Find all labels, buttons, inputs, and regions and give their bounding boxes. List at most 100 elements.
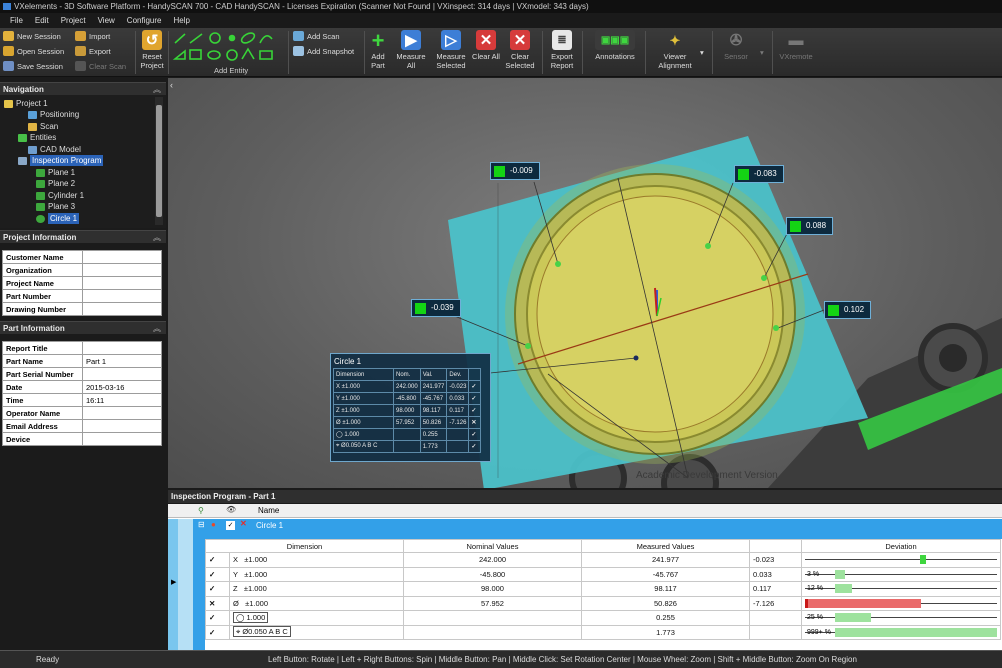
tree-item-plane-3[interactable]: Plane 3 xyxy=(36,201,75,212)
viewer-alignment-button[interactable]: ✦ Viewer Alignment xyxy=(650,30,700,71)
operator-name-field[interactable] xyxy=(82,406,162,420)
tree-item-scan[interactable]: Scan xyxy=(28,121,58,132)
table-row: Email Address xyxy=(2,419,162,433)
table-row: Z ±1.000 98.000 98.117 0.117 ✓ xyxy=(333,404,482,417)
part-info-header[interactable]: Part Information ︽ xyxy=(0,321,166,334)
menu-configure[interactable]: Configure xyxy=(121,16,168,25)
3d-viewport[interactable]: ‹ -0.009 -0.083 0.088 -0.039 0.102 Acade… xyxy=(168,78,1002,488)
project-info-header[interactable]: Project Information ︽ xyxy=(0,230,166,243)
add-scan-button[interactable]: Add Scan xyxy=(293,31,340,41)
menu-help[interactable]: Help xyxy=(167,16,195,25)
folder-icon xyxy=(3,46,14,56)
clear-all-button[interactable]: ✕ Clear All xyxy=(472,30,500,61)
field-label: Device xyxy=(2,432,83,446)
menu-view[interactable]: View xyxy=(92,16,121,25)
deviation-bar-cell xyxy=(801,595,1001,611)
sensor-button[interactable]: ✇ Sensor xyxy=(718,30,754,62)
link-icon[interactable]: ⚲ xyxy=(198,506,204,515)
column-header: Measured Values xyxy=(581,539,750,553)
navigation-panel-header[interactable]: Navigation ︽ xyxy=(0,82,166,95)
table-row[interactable]: ✓ Y ±1.000 -45.800 -45.767 0.033 3 % xyxy=(205,566,1001,582)
tree-item-plane-1[interactable]: Plane 1 xyxy=(36,167,75,178)
field-label: Customer Name xyxy=(2,250,83,264)
deviation-cell: -0.023 xyxy=(446,380,470,393)
annotations-button[interactable]: ▣▣▣ Annotations xyxy=(588,30,642,61)
part-number-field[interactable] xyxy=(82,289,162,303)
inspection-icon xyxy=(18,156,27,165)
deviation-callout[interactable]: -0.009 xyxy=(490,162,540,180)
table-row[interactable]: ✓ Z ±1.000 98.000 98.117 0.117 12 % xyxy=(205,581,1001,597)
tree-item-entities[interactable]: Entities xyxy=(18,132,56,143)
tree-item-circle-1[interactable]: Circle 1 xyxy=(36,213,80,224)
clear-selected-button[interactable]: ✕ Clear Selected xyxy=(502,30,538,70)
measure-selected-button[interactable]: ▷ Measure Selected xyxy=(432,30,470,70)
vxremote-button[interactable]: ▬ VXremote xyxy=(776,30,816,62)
table-row[interactable]: ✓ X ±1.000 242.000 241.977 -0.023 xyxy=(205,552,1001,568)
dimension-cell: Z ±1.000 xyxy=(229,581,404,597)
sensor-dropdown[interactable]: ▾ xyxy=(760,48,764,57)
menu-file[interactable]: File xyxy=(4,16,29,25)
drawing-number-field[interactable] xyxy=(82,302,162,316)
inspection-item-circle-1[interactable]: ⊟ ● ✓ ✕ Circle 1 xyxy=(193,519,1002,533)
table-row[interactable]: ✓ ◯ 1.000 0.255 25 % xyxy=(205,610,1001,626)
value-cell: -45.767 xyxy=(419,392,448,405)
project-name-field[interactable] xyxy=(82,276,162,290)
circle-1-result-panel[interactable]: Circle 1 Dimension Nom. Val. Dev. X ±1.0… xyxy=(330,353,491,462)
collapse-icon[interactable]: ︽ xyxy=(153,231,161,244)
device-field[interactable] xyxy=(82,432,162,446)
add-part-button[interactable]: + Add Part xyxy=(366,29,390,70)
tree-item-positioning[interactable]: Positioning xyxy=(28,109,79,120)
collapse-icon[interactable]: ︽ xyxy=(153,322,161,335)
navigation-scrollbar[interactable] xyxy=(155,97,163,225)
measure-all-button[interactable]: ▶ Measure All xyxy=(394,30,428,70)
deviation-callout[interactable]: 0.088 xyxy=(786,217,834,235)
open-session-button[interactable]: Open Session xyxy=(3,46,64,56)
tree-item-project[interactable]: Project 1 xyxy=(4,98,48,109)
reset-project-button[interactable]: ↺ Reset Project xyxy=(138,30,166,70)
table-row[interactable]: ✕ Ø ±1.000 57.952 50.826 -7.126 xyxy=(205,595,1001,611)
save-session-button[interactable]: Save Session xyxy=(3,61,63,71)
export-report-button[interactable]: ≣ Export Report xyxy=(545,30,579,70)
row-pointer-icon: ▶ xyxy=(171,579,177,586)
add-snapshot-button[interactable]: Add Snapshot xyxy=(293,46,354,56)
nominal-cell: 242.000 xyxy=(393,380,421,393)
report-title-field[interactable] xyxy=(82,341,162,355)
deviation-callout[interactable]: -0.039 xyxy=(411,299,461,317)
menu-project[interactable]: Project xyxy=(55,16,92,25)
project-icon xyxy=(4,99,13,108)
status-icon: ● xyxy=(211,520,216,529)
email-field[interactable] xyxy=(82,419,162,433)
cone-entity-icon xyxy=(241,47,255,60)
time-field[interactable]: 16:11 xyxy=(82,393,162,407)
eye-icon[interactable] xyxy=(28,110,37,119)
viewer-alignment-dropdown[interactable]: ▾ xyxy=(700,48,704,57)
visible-checkbox[interactable]: ✓ xyxy=(226,521,235,530)
column-header: Deviation xyxy=(801,539,1001,553)
part-name-field[interactable]: Part 1 xyxy=(82,354,162,368)
tree-item-cad-model[interactable]: CAD Model xyxy=(28,144,81,155)
scrollbar-thumb[interactable] xyxy=(156,105,162,217)
add-entity-icons[interactable] xyxy=(172,31,284,63)
deviation-callout[interactable]: -0.083 xyxy=(734,165,784,183)
deviation-bar xyxy=(805,597,997,609)
tree-item-plane-2[interactable]: Plane 2 xyxy=(36,178,75,189)
table-row[interactable]: ✓ ⌖ Ø0.050 A B C 1.773 999+ % xyxy=(205,624,1001,640)
nominal-cell xyxy=(393,428,421,441)
date-field[interactable]: 2015-03-16 xyxy=(82,380,162,394)
nominal-cell: 57.952 xyxy=(403,595,582,611)
new-session-button[interactable]: New Session xyxy=(3,31,61,41)
deviation-callout[interactable]: 0.102 xyxy=(824,301,872,319)
import-button[interactable]: Import xyxy=(75,31,110,41)
eye-icon[interactable]: 👁 xyxy=(226,505,236,514)
inspection-header-row: ⚲ 👁 Name xyxy=(168,504,1002,518)
tree-item-cylinder-1[interactable]: Cylinder 1 xyxy=(36,190,84,201)
clear-scan-button[interactable]: Clear Scan xyxy=(75,61,126,71)
organization-field[interactable] xyxy=(82,263,162,277)
check-icon: ✓ xyxy=(205,610,230,626)
tree-item-inspection-program[interactable]: Inspection Program xyxy=(18,155,104,166)
export-button[interactable]: Export xyxy=(75,46,111,56)
expand-icon[interactable]: ⊟ xyxy=(198,520,205,529)
menu-edit[interactable]: Edit xyxy=(29,16,55,25)
part-serial-field[interactable] xyxy=(82,367,162,381)
customer-name-field[interactable] xyxy=(82,250,162,264)
